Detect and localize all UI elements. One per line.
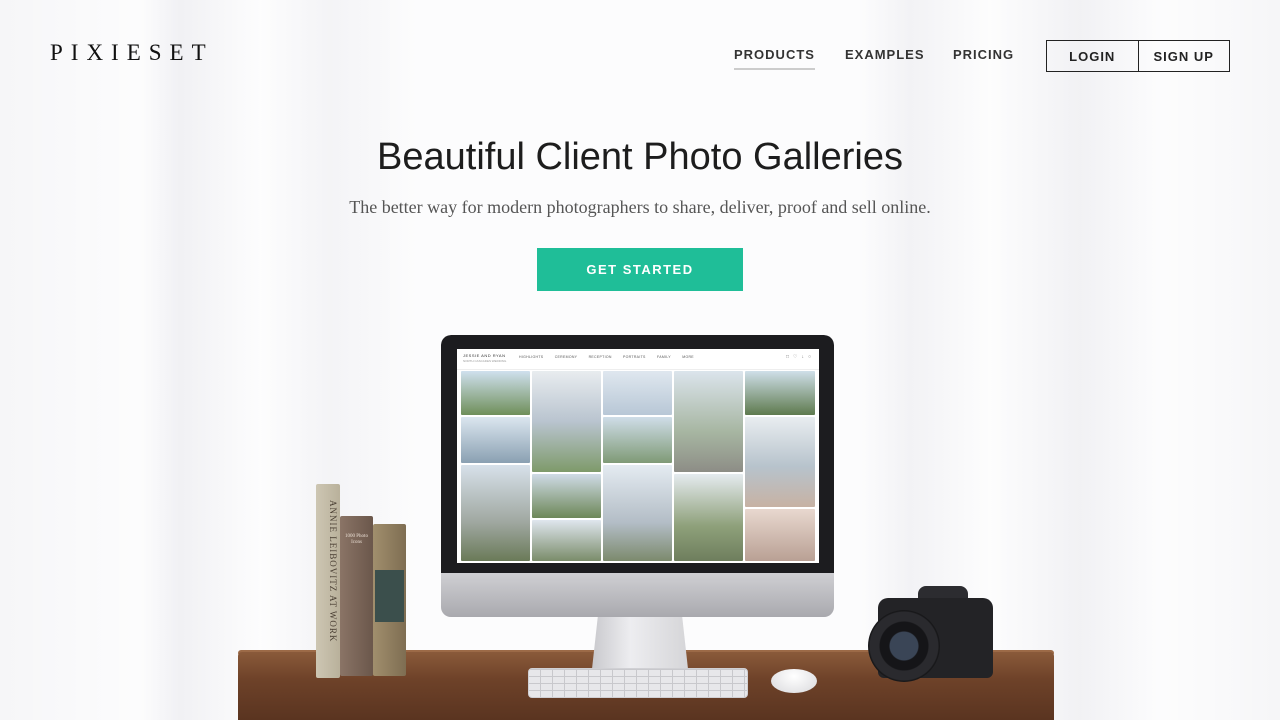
hero-subtitle: The better way for modern photographers …: [349, 197, 931, 217]
gallery-screen: JESSIE AND RYAN NORTH CASCADES WEDDING H…: [457, 349, 819, 563]
book-green-band: [375, 570, 404, 622]
book-leibovitz-title: ANNIE LEIBOVITZ AT WORK: [328, 500, 338, 643]
gallery-name: JESSIE AND RYAN: [463, 353, 506, 358]
share-icon: ○: [807, 354, 815, 360]
mouse: [771, 669, 817, 693]
nav-examples[interactable]: EXAMPLES: [845, 47, 925, 62]
gallery-links: HIGHLIGHTS CEREMONY RECEPTION PORTRAITS …: [519, 355, 704, 359]
cart-icon: □: [785, 354, 793, 360]
gallery-photo: [603, 417, 672, 463]
gallery-photo: [603, 465, 672, 561]
gallery-icons: □♡↓○: [786, 354, 815, 360]
gallery-photo: [603, 371, 672, 415]
nav-pricing[interactable]: PRICING: [953, 47, 1014, 62]
gallery-photo: [461, 371, 530, 415]
gallery-photo: [745, 509, 815, 561]
hero-title: Beautiful Client Photo Galleries: [377, 136, 903, 178]
book-photo-icons-title: 1000 Photo Icons: [345, 534, 368, 545]
gallery-photo: [745, 417, 815, 507]
pixieset-logo[interactable]: PIXIESET: [50, 40, 214, 66]
gallery-photo: [674, 474, 743, 561]
get-started-button[interactable]: GET STARTED: [537, 248, 743, 291]
gallery-photo: [461, 465, 530, 561]
login-button[interactable]: LOGIN: [1047, 41, 1138, 71]
keyboard: [528, 668, 748, 698]
monitor-bezel: JESSIE AND RYAN NORTH CASCADES WEDDING H…: [441, 335, 834, 573]
gallery-photo: [532, 371, 601, 472]
gallery-photo: [532, 474, 601, 518]
gallery-header: JESSIE AND RYAN NORTH CASCADES WEDDING H…: [457, 349, 819, 370]
monitor: JESSIE AND RYAN NORTH CASCADES WEDDING H…: [441, 335, 834, 617]
gallery-subtitle: NORTH CASCADES WEDDING: [463, 359, 507, 363]
gallery-link-reception: RECEPTION: [588, 355, 612, 359]
gallery-photo: [461, 417, 530, 463]
gallery-photo: [532, 520, 601, 561]
camera-lens: [868, 610, 940, 682]
gallery-photo: [674, 371, 743, 472]
gallery-link-more: MORE: [682, 355, 694, 359]
monitor-chin: [441, 573, 834, 617]
gallery-link-family: FAMILY: [656, 355, 671, 359]
gallery-photo: [745, 371, 815, 415]
nav-products[interactable]: PRODUCTS: [734, 47, 815, 70]
gallery-link-highlights: HIGHLIGHTS: [519, 355, 544, 359]
gallery-link-ceremony: CEREMONY: [554, 355, 578, 359]
gallery-link-portraits: PORTRAITS: [623, 355, 646, 359]
auth-buttons: LOGIN SIGN UP: [1046, 40, 1230, 72]
signup-button[interactable]: SIGN UP: [1137, 41, 1230, 71]
